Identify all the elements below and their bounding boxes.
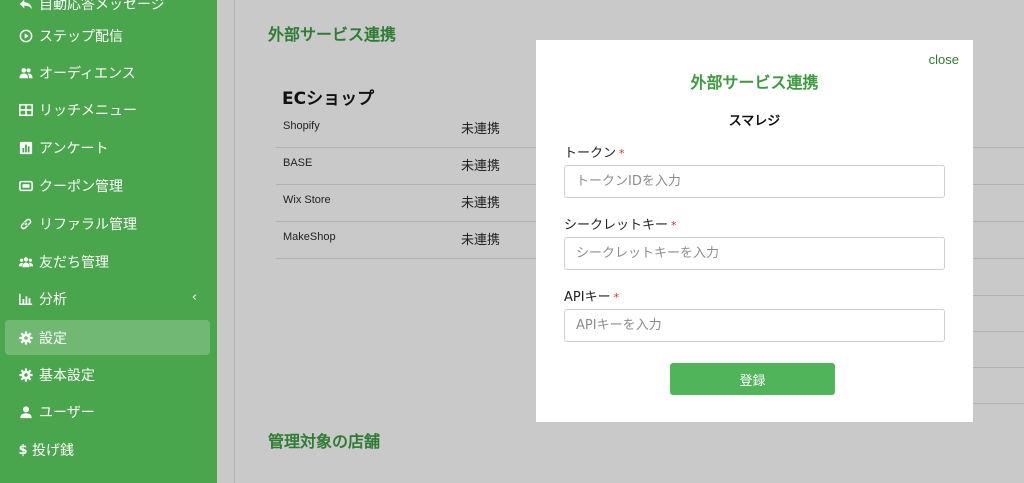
- shop-status: 未連携: [461, 122, 501, 137]
- divider: [973, 403, 1024, 404]
- secret-key-input[interactable]: [564, 237, 945, 270]
- sidebar-item-label: 友だち管理: [39, 255, 109, 271]
- section-title-external-services: 外部サービス連携: [268, 25, 397, 44]
- link-icon: [18, 216, 34, 232]
- table-row[interactable]: Shopify 未連携: [276, 111, 536, 148]
- token-input[interactable]: [564, 165, 945, 198]
- section-title-managed-stores: 管理対象の店舗: [268, 432, 381, 451]
- close-button[interactable]: close: [929, 52, 959, 67]
- sidebar-item-settings[interactable]: 設定: [18, 326, 67, 350]
- grid-icon: [18, 102, 34, 118]
- sidebar-item-friends[interactable]: 友だち管理: [18, 250, 109, 274]
- sidebar-item-referral[interactable]: リファラル管理: [18, 212, 137, 236]
- sidebar-item-label: リッチメニュー: [39, 103, 137, 119]
- sidebar-item-step-delivery[interactable]: ステップ配信: [18, 24, 123, 48]
- api-key-input[interactable]: [564, 309, 945, 342]
- sidebar-item-label: 基本設定: [39, 368, 95, 384]
- sidebar-item-label: クーポン管理: [39, 179, 123, 195]
- poll-icon: [18, 140, 34, 156]
- friends-icon: [18, 254, 34, 270]
- token-label: トークン *: [564, 142, 625, 161]
- sidebar-item-label: オーディエンス: [39, 66, 136, 82]
- divider: [973, 184, 1024, 185]
- sidebar-item-survey[interactable]: アンケート: [18, 136, 108, 160]
- sidebar: 自動応答メッセージ ステップ配信 オーディエンス リッチメニュー アンケート ク…: [0, 0, 217, 483]
- gear-icon: [18, 367, 34, 383]
- gear-icon: [18, 330, 34, 346]
- sidebar-item-tipping[interactable]: $ 投げ銭: [18, 438, 74, 462]
- modal-subtitle: スマレジ: [728, 114, 781, 129]
- shop-name: BASE: [283, 157, 313, 169]
- ec-shop-heading: ECショップ: [282, 89, 375, 109]
- divider: [973, 331, 1024, 332]
- sidebar-item-coupon[interactable]: クーポン管理: [18, 174, 123, 198]
- sidebar-item-label: 自動応答メッセージ: [39, 0, 165, 13]
- shop-name: MakeShop: [283, 231, 336, 243]
- field-label-text: トークン: [564, 146, 617, 161]
- sidebar-item-label: アンケート: [39, 141, 109, 157]
- shop-name: Wix Store: [283, 194, 331, 206]
- main-divider: [234, 0, 235, 483]
- shop-status: 未連携: [461, 233, 501, 248]
- sidebar-item-audience[interactable]: オーディエンス: [18, 61, 136, 85]
- secret-key-label: シークレットキー *: [564, 214, 677, 233]
- user-icon: [18, 404, 34, 420]
- sidebar-item-label: 設定: [39, 331, 67, 347]
- divider: [973, 258, 1024, 259]
- table-row[interactable]: Wix Store 未連携: [276, 185, 536, 222]
- register-button[interactable]: 登録: [670, 363, 835, 395]
- api-key-label: APIキー *: [564, 286, 619, 305]
- field-label-text: シークレットキー: [564, 218, 669, 233]
- sidebar-item-label: ステップ配信: [39, 29, 123, 45]
- shop-status: 未連携: [461, 159, 501, 174]
- chart-icon: [18, 291, 34, 307]
- chevron-left-icon[interactable]: ‹: [192, 290, 197, 305]
- sidebar-item-rich-menu[interactable]: リッチメニュー: [18, 98, 137, 122]
- shop-status: 未連携: [461, 196, 501, 211]
- sidebar-item-users[interactable]: ユーザー: [18, 400, 95, 424]
- external-service-modal: close 外部サービス連携 スマレジ トークン* シークレットキー* APIキ…: [536, 40, 973, 422]
- reply-icon: [18, 0, 34, 12]
- dollar-icon: $: [18, 442, 28, 458]
- sidebar-item-auto-reply[interactable]: 自動応答メッセージ: [18, 0, 165, 16]
- sidebar-item-basic-settings[interactable]: 基本設定: [18, 363, 95, 387]
- play-circle-icon: [18, 28, 34, 44]
- table-row[interactable]: BASE 未連携: [276, 148, 536, 185]
- sidebar-item-label: 分析: [39, 292, 67, 308]
- sidebar-item-label: 投げ銭: [32, 443, 74, 459]
- divider: [973, 221, 1024, 222]
- sidebar-item-label: ユーザー: [39, 405, 95, 421]
- divider: [973, 367, 1024, 368]
- divider: [973, 147, 1024, 148]
- modal-title: 外部サービス連携: [690, 73, 819, 92]
- required-mark: *: [613, 291, 620, 304]
- sidebar-item-analytics[interactable]: 分析: [18, 287, 217, 311]
- table-row[interactable]: MakeShop 未連携: [276, 222, 536, 259]
- required-mark: *: [671, 219, 677, 232]
- required-mark: *: [619, 147, 625, 160]
- users-icon: [18, 65, 34, 81]
- sidebar-item-label: リファラル管理: [39, 217, 137, 233]
- ticket-icon: [18, 178, 34, 194]
- divider: [973, 295, 1024, 296]
- field-label-text: APIキー: [564, 290, 611, 305]
- shop-name: Shopify: [283, 120, 320, 132]
